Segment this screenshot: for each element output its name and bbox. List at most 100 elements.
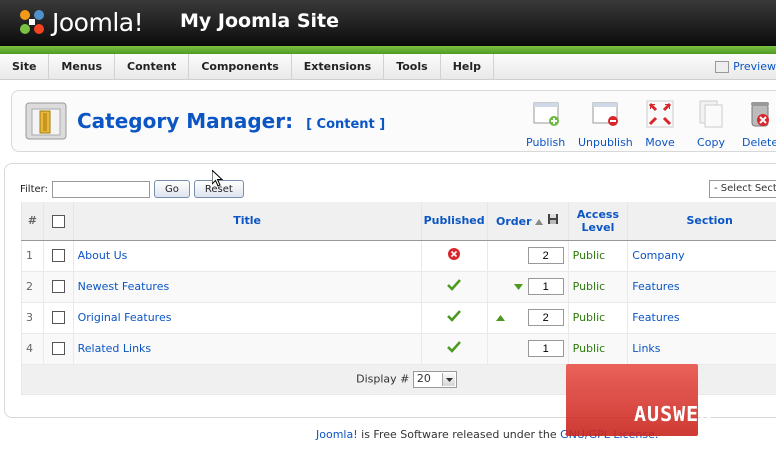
copy-label: Copy — [697, 136, 725, 149]
filter-input[interactable] — [51, 180, 150, 198]
header-title[interactable]: Title — [72, 202, 422, 241]
row-num: 2 — [21, 271, 44, 303]
row-order-cell — [486, 302, 569, 334]
row-published-cell — [420, 271, 488, 303]
published-check-icon[interactable] — [447, 279, 462, 291]
row-order-cell — [486, 271, 569, 303]
header-num: # — [21, 202, 44, 241]
chevron-down-icon — [441, 372, 455, 386]
footer-text: is Free Software released under the — [357, 428, 561, 441]
table-header-row: # Title Published Order Access Level Sec… — [21, 202, 776, 241]
filter-label: Filter: — [20, 183, 48, 195]
row-title-cell: Related Links — [72, 333, 422, 365]
menu-tools[interactable]: Tools — [384, 54, 441, 80]
page-title-text: Category Manager: — [77, 109, 294, 133]
move-button[interactable]: Move — [645, 99, 675, 149]
footer-joomla-link[interactable]: Joomla! — [316, 428, 358, 441]
row-checkbox[interactable] — [51, 311, 65, 325]
row-access: Public — [567, 271, 628, 303]
order-input[interactable] — [527, 278, 564, 295]
copy-icon — [699, 100, 723, 128]
joomla-logo-icon — [20, 10, 44, 34]
table-row: 1 About Us Public Company — [21, 240, 776, 272]
table-row: 2 Newest Features Public Features — [21, 271, 776, 303]
display-limit-value: 20 — [416, 371, 431, 385]
main-menu: Site Menus Content Components Extensions… — [0, 54, 776, 80]
section-link[interactable]: Company — [632, 249, 684, 262]
row-checkbox[interactable] — [51, 249, 65, 263]
order-input[interactable] — [527, 340, 564, 357]
access-link[interactable]: Public — [573, 311, 606, 324]
row-num: 4 — [21, 333, 44, 365]
row-title-cell: Newest Features — [72, 271, 422, 303]
order-input[interactable] — [527, 309, 564, 326]
move-icon — [646, 100, 674, 128]
row-checkbox-cell — [42, 271, 74, 303]
move-down-icon[interactable] — [514, 284, 524, 290]
row-num: 3 — [21, 302, 44, 334]
row-access: Public — [567, 240, 628, 272]
header-published[interactable]: Published — [420, 202, 488, 241]
go-button[interactable]: Go — [153, 180, 190, 198]
move-up-icon[interactable] — [496, 315, 506, 321]
unpublished-x-icon[interactable] — [448, 248, 461, 260]
header-order[interactable]: Order — [486, 202, 569, 241]
menu-site[interactable]: Site — [0, 54, 50, 80]
row-access: Public — [567, 333, 628, 365]
menu-help[interactable]: Help — [441, 54, 494, 80]
row-section: Features — [627, 271, 776, 303]
section-link[interactable]: Features — [632, 311, 679, 324]
unpublish-icon — [592, 102, 619, 126]
publish-label: Publish — [526, 136, 566, 149]
watermark-text: AUSWEB — [634, 402, 713, 426]
row-checkbox[interactable] — [51, 342, 65, 356]
row-section: Company — [627, 240, 776, 272]
header-section[interactable]: Section — [627, 202, 776, 241]
unpublish-button[interactable]: Unpublish — [578, 99, 633, 149]
sort-asc-icon — [535, 219, 544, 226]
order-input[interactable] — [527, 247, 564, 264]
menu-components[interactable]: Components — [189, 54, 292, 80]
preview-label: Preview — [733, 60, 776, 73]
mouse-cursor-icon — [212, 170, 224, 187]
row-section: Links — [627, 333, 776, 365]
header-order-label: Order — [496, 215, 532, 229]
copy-button[interactable]: Copy — [696, 99, 726, 149]
header-accent-bar — [0, 46, 776, 54]
move-label: Move — [645, 136, 675, 149]
header-access[interactable]: Access Level — [567, 202, 628, 241]
row-checkbox[interactable] — [51, 280, 65, 294]
access-link[interactable]: Public — [573, 342, 606, 355]
header-checkbox — [42, 202, 74, 241]
section-link[interactable]: Links — [632, 342, 660, 355]
row-published-cell — [420, 240, 488, 272]
preview-link[interactable]: Preview — [715, 60, 776, 73]
site-title: My Joomla Site — [180, 10, 339, 32]
row-title-link[interactable]: Original Features — [78, 311, 172, 324]
table-row: 4 Related Links Public Links — [21, 333, 776, 365]
section-link[interactable]: Features — [632, 280, 679, 293]
select-all-checkbox[interactable] — [51, 214, 65, 228]
filter-bar: Filter: Go Reset — [20, 180, 244, 198]
published-check-icon[interactable] — [447, 310, 462, 322]
joomla-logo: Joomla! — [16, 5, 144, 39]
publish-button[interactable]: Publish — [526, 99, 565, 149]
menu-menus[interactable]: Menus — [49, 54, 116, 80]
row-title-link[interactable]: About Us — [78, 249, 128, 262]
row-section: Features — [627, 302, 776, 334]
menu-content[interactable]: Content — [115, 54, 190, 80]
access-link[interactable]: Public — [573, 249, 606, 262]
section-filter-select[interactable]: - Select Section - — [709, 180, 776, 198]
access-link[interactable]: Public — [573, 280, 606, 293]
save-order-icon[interactable] — [547, 213, 559, 225]
row-title-link[interactable]: Related Links — [78, 342, 152, 355]
published-check-icon[interactable] — [447, 341, 462, 353]
row-order-cell — [486, 240, 569, 272]
row-title-link[interactable]: Newest Features — [78, 280, 170, 293]
menu-extensions[interactable]: Extensions — [292, 54, 385, 80]
delete-button[interactable]: Delete — [742, 99, 776, 149]
row-checkbox-cell — [42, 333, 74, 365]
admin-header: Joomla! My Joomla Site — [0, 0, 776, 46]
page-subtitle: [ Content ] — [306, 117, 386, 132]
display-limit-select[interactable]: 20 — [412, 370, 457, 388]
